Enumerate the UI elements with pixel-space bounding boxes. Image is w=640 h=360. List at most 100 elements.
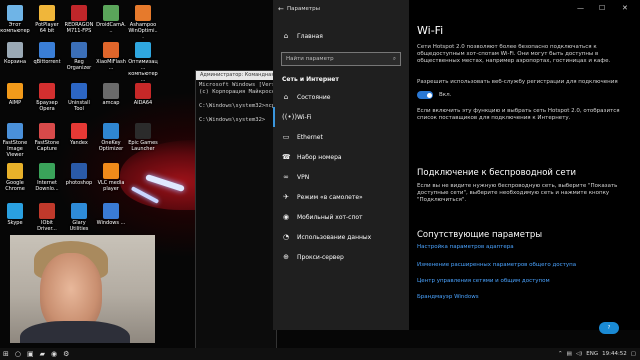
home-button[interactable]: ⌂ Главная: [273, 26, 409, 46]
section-title: Сеть и Интернет: [282, 76, 339, 83]
system-tray: ⌃ ▤ ◁) ENG 19:44:52 ▢: [558, 348, 636, 360]
app-icon: [135, 123, 151, 139]
app-icon: [71, 163, 87, 179]
desktop-icon[interactable]: Yandex: [64, 123, 94, 146]
nav-item[interactable]: ⊕ Прокси-сервер: [273, 247, 409, 267]
wifi-settings-pane: — ☐ ✕ Wi-Fi Сети Hotspot 2.0 позволяют б…: [409, 0, 640, 330]
desktop-icon[interactable]: photoshop: [64, 163, 94, 186]
nav-item-label: Мобильный хот-спот: [297, 213, 363, 221]
nav-item[interactable]: ◔ Использование данных: [273, 227, 409, 247]
nav-item[interactable]: ▭ Ethernet: [273, 127, 409, 147]
app-icon: [103, 163, 119, 179]
nav-item[interactable]: ◉ Мобильный хот-спот: [273, 207, 409, 227]
settings-icon[interactable]: ⚙: [60, 350, 72, 358]
desktop-icon[interactable]: qBittorrent: [32, 42, 62, 65]
app-icon: [103, 203, 119, 219]
desktop-icon[interactable]: Этот компьютер: [0, 5, 30, 34]
desktop-icon[interactable]: Reg Organizer: [64, 42, 94, 71]
help-bubble-icon[interactable]: ?: [599, 322, 619, 334]
desktop-icon[interactable]: IObit Driver...: [32, 203, 62, 232]
command-prompt-window[interactable]: Администратор: Командная строка Microsof…: [195, 70, 277, 357]
desktop-icon[interactable]: Браузер Opera: [32, 83, 62, 112]
nav-item-label: Режим «в самолете»: [297, 193, 363, 201]
network-icon[interactable]: ▤: [567, 351, 572, 357]
close-button[interactable]: ✕: [622, 4, 628, 12]
cmd-title[interactable]: Администратор: Командная строка: [196, 71, 276, 80]
nav-item[interactable]: ☎ Набор номера: [273, 147, 409, 167]
settings-sidebar: ← Параметры ⌂ Главная Найти параметр ⌕ С…: [273, 0, 409, 330]
search-icon[interactable]: ○: [12, 350, 24, 358]
registration-toggle[interactable]: [417, 91, 433, 99]
desktop-icon-label: Браузер Opera: [36, 100, 58, 112]
desktop-icon-label: IObit Driver...: [37, 220, 57, 232]
link-sharing-options[interactable]: Изменение расширенных параметров общего …: [417, 262, 576, 268]
nav-item[interactable]: ∞ VPN: [273, 167, 409, 187]
desktop-icon[interactable]: Epic Games Launcher: [128, 123, 158, 152]
desktop-icon[interactable]: Оптимизац... компьютер...: [128, 42, 158, 83]
desktop-icon[interactable]: PotPlayer 64 bit: [32, 5, 62, 34]
settings-window-title: Параметры: [287, 6, 320, 12]
desktop-icon[interactable]: Ashampoo WinOptimi...: [128, 5, 158, 40]
browser-icon[interactable]: ◉: [48, 350, 60, 358]
nav-item[interactable]: ✈ Режим «в самолете»: [273, 187, 409, 207]
desktop-icon-label: Yandex: [70, 140, 88, 146]
clock[interactable]: 19:44:52: [602, 351, 627, 357]
explorer-icon[interactable]: ▰: [37, 350, 48, 358]
desktop-icon[interactable]: Skype: [0, 203, 30, 226]
desktop-icon[interactable]: AIMP: [0, 83, 30, 106]
desktop-icon[interactable]: Google Chrome: [0, 163, 30, 192]
cmd-output[interactable]: Microsoft Windows [Versi (c) Корпорация …: [196, 80, 276, 126]
app-icon: [103, 5, 119, 21]
desktop-icon[interactable]: VLC media player: [96, 163, 126, 192]
maximize-button[interactable]: ☐: [599, 4, 605, 12]
desktop-icon-label: AIMP: [8, 100, 22, 106]
desktop-icon[interactable]: amcap: [96, 83, 126, 106]
desktop-icon[interactable]: Internet Downlo...: [32, 163, 62, 192]
nav-icon: ☎: [282, 153, 291, 161]
desktop-icon[interactable]: Glary Utilities: [64, 203, 94, 232]
back-arrow-icon[interactable]: ←: [278, 5, 284, 13]
nav-item[interactable]: ((•)) Wi-Fi: [273, 107, 409, 127]
desktop-icon[interactable]: DroidCamA...: [96, 5, 126, 34]
notifications-icon[interactable]: ▢: [631, 351, 636, 357]
network-nav-list: ⌂ Состояние ((•)) Wi-Fi ▭ Ethernet ☎ Набор номе…: [273, 87, 409, 267]
search-input[interactable]: Найти параметр ⌕: [281, 52, 401, 66]
app-icon: [103, 123, 119, 139]
nav-item-label: Прокси-сервер: [297, 253, 344, 261]
desktop-icon-label: DroidCamA...: [96, 22, 126, 34]
nav-icon: ◉: [282, 213, 290, 221]
nav-item-label: Использование данных: [297, 233, 372, 241]
link-firewall[interactable]: Брандмауэр Windows: [417, 294, 479, 300]
desktop-icon-label: Google Chrome: [5, 180, 25, 192]
desktop-icon[interactable]: AIDA64: [128, 83, 158, 106]
desktop-icon[interactable]: XiaoMiFlash...: [96, 42, 126, 71]
minimize-button[interactable]: —: [577, 4, 584, 12]
desktop-icon[interactable]: FastStone Capture: [32, 123, 62, 152]
desktop-icon[interactable]: Uninstall Tool: [64, 83, 94, 112]
desktop-icon[interactable]: REDRAGON M711-FPS: [64, 5, 94, 34]
desktop-icon[interactable]: Корзина: [0, 42, 30, 65]
app-icon: [39, 83, 55, 99]
app-icon: [71, 42, 87, 58]
link-network-center[interactable]: Центр управления сетями и общим доступом: [417, 278, 550, 284]
desktop-icon[interactable]: Windows ...: [96, 203, 126, 226]
desktop-icon-label: qBittorrent: [33, 59, 61, 65]
desktop-icon-label: REDRAGON M711-FPS: [64, 22, 94, 34]
desktop-icon-label: FastStone Image Viewer: [2, 140, 28, 158]
connect-description: Если вы не видите нужную беспроводную се…: [417, 183, 618, 203]
volume-icon[interactable]: ◁): [576, 351, 582, 357]
link-adapter-settings[interactable]: Настройка параметров адаптера: [417, 244, 514, 250]
desktop-icon-label: AIDA64: [133, 100, 153, 106]
nav-item[interactable]: ⌂ Состояние: [273, 87, 409, 107]
start-icon[interactable]: ⊞: [0, 350, 12, 358]
app-icon: [135, 42, 151, 58]
language-indicator[interactable]: ENG: [586, 351, 598, 357]
app-icon: [39, 163, 55, 179]
desktop-icon[interactable]: FastStone Image Viewer: [0, 123, 30, 158]
chevron-up-icon[interactable]: ⌃: [558, 351, 563, 357]
nav-item-label: VPN: [297, 173, 310, 181]
task-view-icon[interactable]: ▣: [24, 350, 37, 358]
app-icon: [7, 83, 23, 99]
desktop-icon[interactable]: OneKey Optimizer: [96, 123, 126, 152]
enable-description: Если включить эту функцию и выбрать сеть…: [417, 108, 620, 121]
